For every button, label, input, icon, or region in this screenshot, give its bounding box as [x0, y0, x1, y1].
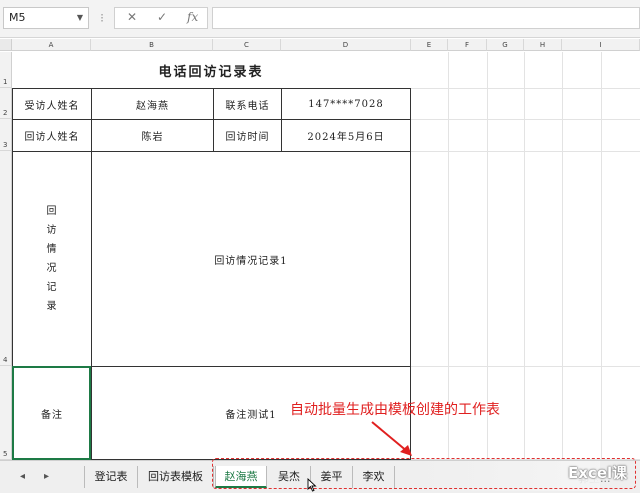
cursor-shape — [307, 478, 317, 492]
sheet-tab-wu-jie[interactable]: 吴杰 — [268, 466, 311, 488]
sheet-tab-registration[interactable]: 登记表 — [84, 466, 138, 488]
column-header-c[interactable]: C — [213, 39, 281, 51]
situation-label-char: 访 — [46, 225, 58, 236]
prev-sheet-icon[interactable]: ◂ — [20, 471, 25, 482]
column-header-d[interactable]: D — [281, 39, 411, 51]
column-header-b[interactable]: B — [91, 39, 213, 51]
visit-time-value-cell[interactable]: 2024年5月6日 — [281, 119, 411, 152]
gridline — [524, 52, 525, 460]
column-header-a[interactable]: A — [12, 39, 91, 51]
watermark: Excel课 — [568, 464, 628, 482]
phone-value-cell[interactable]: 147****7028 — [281, 88, 411, 120]
situation-label-char: 录 — [46, 301, 58, 312]
row-number: 4 — [3, 356, 8, 364]
row-number: 5 — [3, 450, 8, 458]
row-number: 1 — [3, 78, 8, 86]
annotation-arrow — [371, 421, 412, 456]
sheet-tab-template[interactable]: 回访表模板 — [138, 466, 214, 488]
mouse-cursor-icon — [307, 478, 317, 492]
column-header-i[interactable]: I — [562, 39, 640, 51]
remarks-label-cell[interactable]: 备注 — [12, 366, 92, 460]
visitor-label-cell[interactable]: 回访人姓名 — [12, 119, 92, 152]
cancel-icon[interactable]: ✕ — [127, 10, 137, 24]
name-box-value: M5 — [9, 11, 26, 24]
column-header-h[interactable]: H — [524, 39, 562, 51]
situation-label-char: 回 — [46, 206, 58, 217]
row-header-3[interactable]: 3 — [0, 119, 12, 151]
phone-label-cell[interactable]: 联系电话 — [213, 88, 282, 120]
formula-bar: M5 ▼ ⁝ ✕ ✓ fx — [0, 0, 640, 38]
annotation-text: 自动批量生成由模板创建的工作表 — [290, 402, 500, 418]
sheet-tab-li-huan[interactable]: 李欢 — [353, 466, 395, 488]
gridline — [601, 52, 602, 460]
enter-icon[interactable]: ✓ — [157, 10, 167, 24]
form-title[interactable]: 电话回访记录表 — [12, 52, 410, 88]
visitee-label-cell[interactable]: 受访人姓名 — [12, 88, 92, 120]
column-header-g[interactable]: G — [487, 39, 524, 51]
formula-actions: ✕ ✓ fx — [114, 7, 208, 29]
situation-label-cell[interactable]: 回 访 情 况 记 录 — [12, 151, 92, 367]
situation-value-cell[interactable]: 回访情况记录1 — [91, 151, 411, 367]
row-number: 2 — [3, 109, 8, 117]
column-header-f[interactable]: F — [448, 39, 487, 51]
arrow-shaft — [371, 421, 409, 453]
row-header-1[interactable]: 1 — [0, 52, 12, 88]
visitor-value-cell[interactable]: 陈岩 — [91, 119, 214, 152]
formula-input[interactable] — [212, 7, 640, 29]
column-header-e[interactable]: E — [411, 39, 448, 51]
gridline — [562, 52, 563, 460]
situation-label-char: 况 — [46, 263, 58, 274]
next-sheet-icon[interactable]: ▸ — [44, 471, 49, 482]
select-all-corner[interactable] — [0, 39, 12, 51]
formula-bar-grip: ⁝ — [100, 11, 104, 25]
situation-label-char: 情 — [46, 244, 58, 255]
row-number: 3 — [3, 141, 8, 149]
sheet-tab-zhao-haiyan[interactable]: 赵海燕 — [215, 466, 267, 488]
row-header-5[interactable]: 5 — [0, 366, 12, 460]
visit-time-label-cell[interactable]: 回访时间 — [213, 119, 282, 152]
insert-function-icon[interactable]: fx — [187, 10, 198, 24]
row-header-2[interactable]: 2 — [0, 88, 12, 119]
situation-label-char: 记 — [46, 282, 58, 293]
sheet-tab-jiang-ping[interactable]: 姜平 — [311, 466, 353, 488]
chevron-down-icon[interactable]: ▼ — [77, 8, 83, 28]
name-box[interactable]: M5 ▼ — [3, 7, 89, 29]
row-header-4[interactable]: 4 — [0, 151, 12, 366]
visitee-value-cell[interactable]: 赵海燕 — [91, 88, 214, 120]
